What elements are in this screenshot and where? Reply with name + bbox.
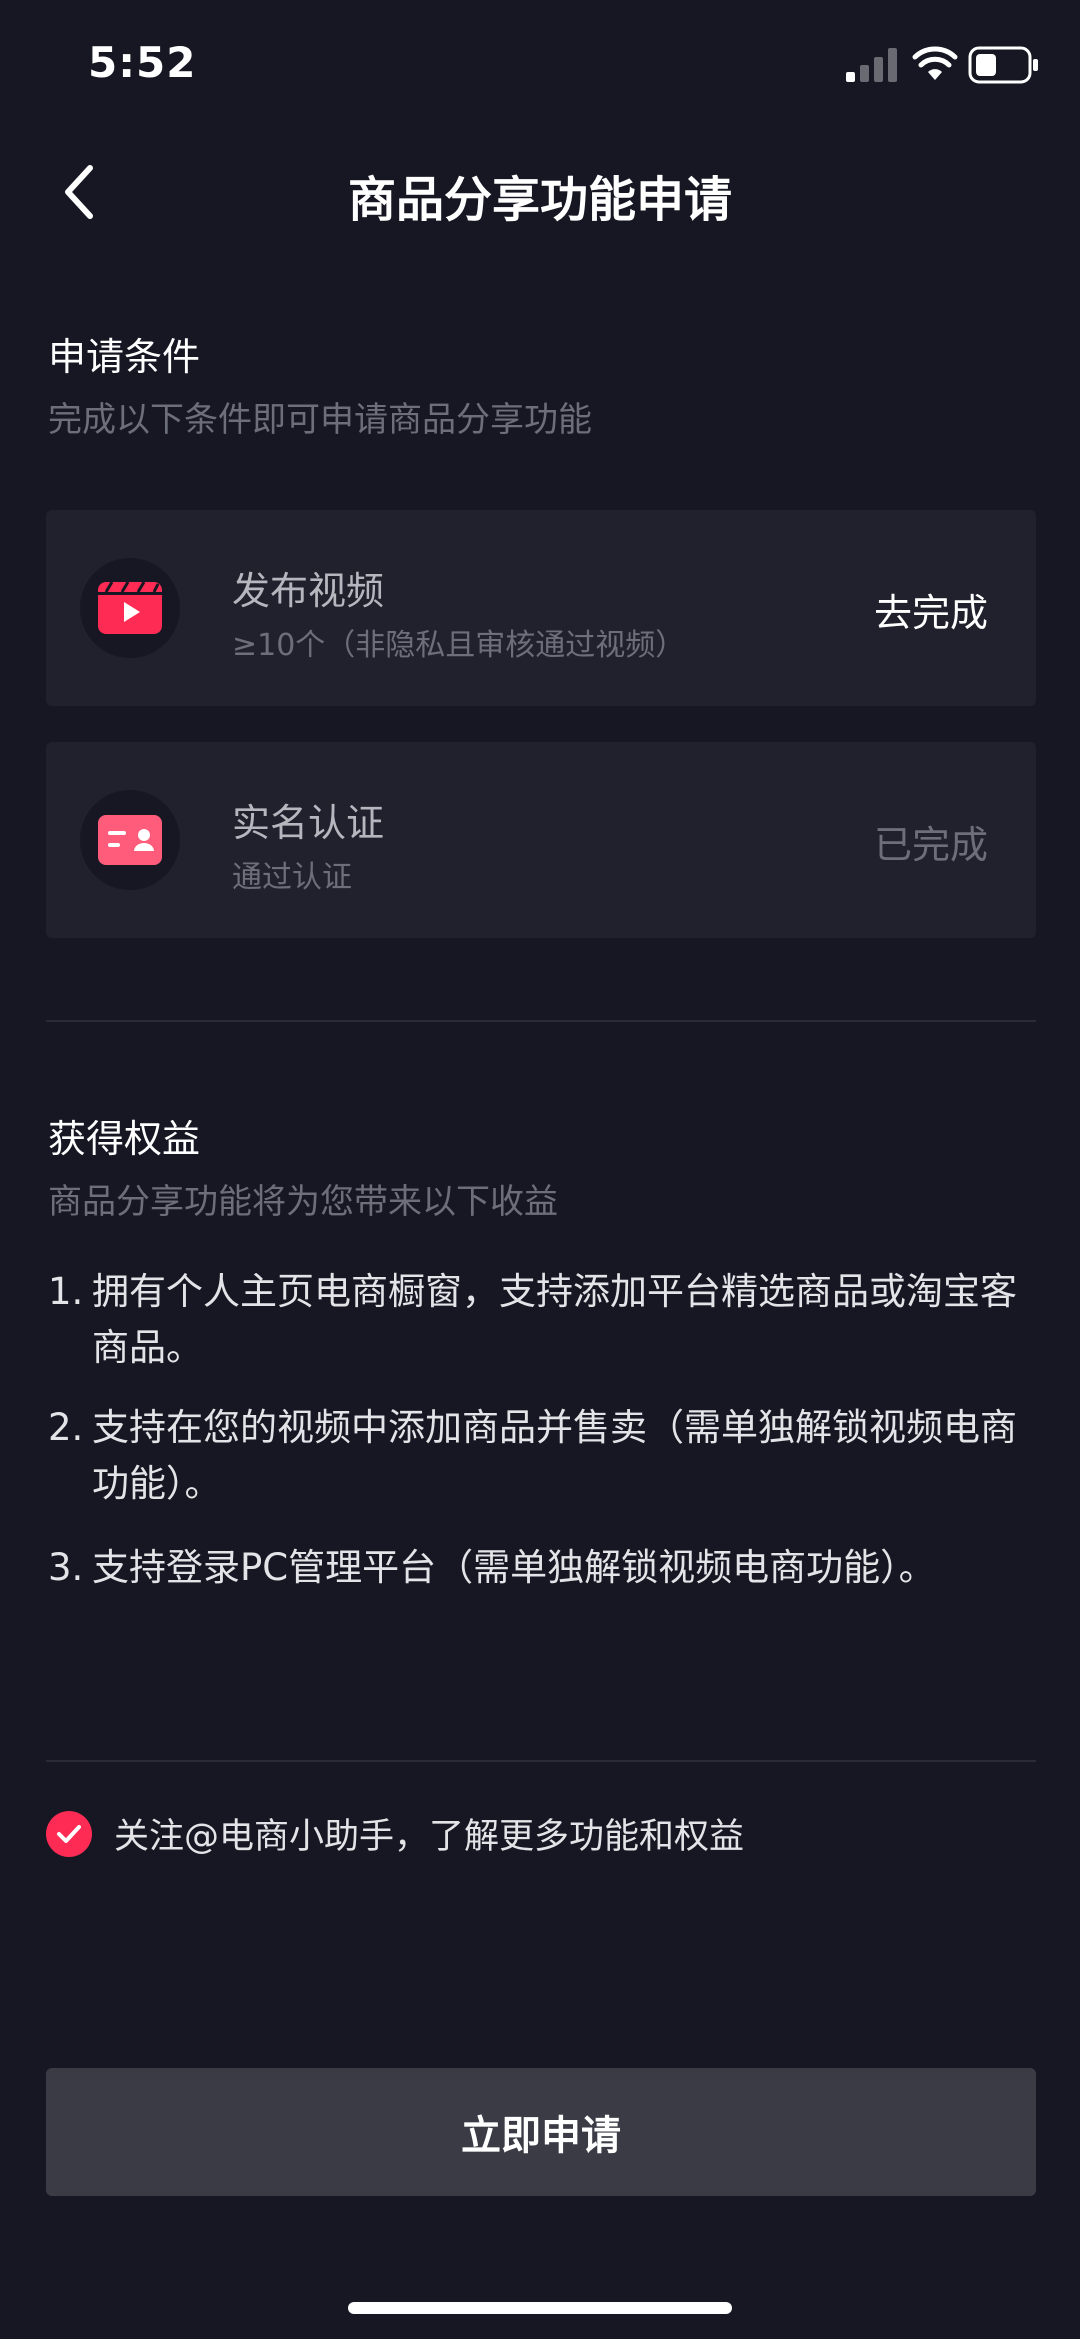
condition-desc: ≥10个（非隐私且审核通过视频） xyxy=(232,628,686,663)
benefits-title: 获得权益 xyxy=(48,1117,201,1161)
id-card-icon xyxy=(80,790,180,890)
divider xyxy=(46,1020,1036,1022)
condition-title: 发布视频 xyxy=(232,569,385,613)
condition-card-video[interactable]: 发布视频 ≥10个（非隐私且审核通过视频） 去完成 xyxy=(46,510,1036,706)
benefit-number: 3. xyxy=(48,1546,84,1589)
battery-icon xyxy=(968,46,1040,84)
benefit-text: 拥有个人主页电商橱窗，支持添加平台精选商品或淘宝客商品。 xyxy=(92,1270,1017,1369)
follow-checkbox-row[interactable]: 关注@电商小助手，了解更多功能和权益 xyxy=(46,1808,744,1859)
video-clapper-icon xyxy=(80,558,180,658)
status-time: 5:52 xyxy=(88,38,197,87)
benefit-text: 支持登录PC管理平台（需单独解锁视频电商功能）。 xyxy=(92,1546,936,1589)
benefit-item: 1. 拥有个人主页电商橱窗，支持添加平台精选商品或淘宝客商品。 xyxy=(48,1264,1038,1376)
benefit-number: 2. xyxy=(48,1406,84,1449)
wifi-icon xyxy=(912,44,958,82)
benefit-item: 3. 支持登录PC管理平台（需单独解锁视频电商功能）。 xyxy=(48,1540,1038,1596)
go-complete-button[interactable]: 去完成 xyxy=(874,582,988,637)
condition-desc: 通过认证 xyxy=(232,860,352,895)
cellular-signal-icon xyxy=(846,48,900,82)
apply-button[interactable]: 立即申请 xyxy=(46,2068,1036,2196)
benefit-item: 2. 支持在您的视频中添加商品并售卖（需单独解锁视频电商功能）。 xyxy=(48,1400,1038,1512)
divider xyxy=(46,1760,1036,1762)
condition-card-realname: 实名认证 通过认证 已完成 xyxy=(46,742,1036,938)
conditions-subtitle: 完成以下条件即可申请商品分享功能 xyxy=(48,400,592,440)
benefit-text: 支持在您的视频中添加商品并售卖（需单独解锁视频电商功能）。 xyxy=(92,1406,1017,1505)
benefit-number: 1. xyxy=(48,1270,84,1313)
page-title: 商品分享功能申请 xyxy=(347,172,732,228)
completed-status: 已完成 xyxy=(873,823,988,867)
benefits-subtitle: 商品分享功能将为您带来以下收益 xyxy=(48,1182,558,1222)
follow-label: 关注@电商小助手，了解更多功能和权益 xyxy=(114,1817,745,1857)
home-indicator[interactable] xyxy=(348,2302,732,2314)
conditions-title: 申请条件 xyxy=(48,335,201,379)
checkbox-checked-icon[interactable] xyxy=(46,1810,92,1857)
condition-title: 实名认证 xyxy=(232,801,385,845)
